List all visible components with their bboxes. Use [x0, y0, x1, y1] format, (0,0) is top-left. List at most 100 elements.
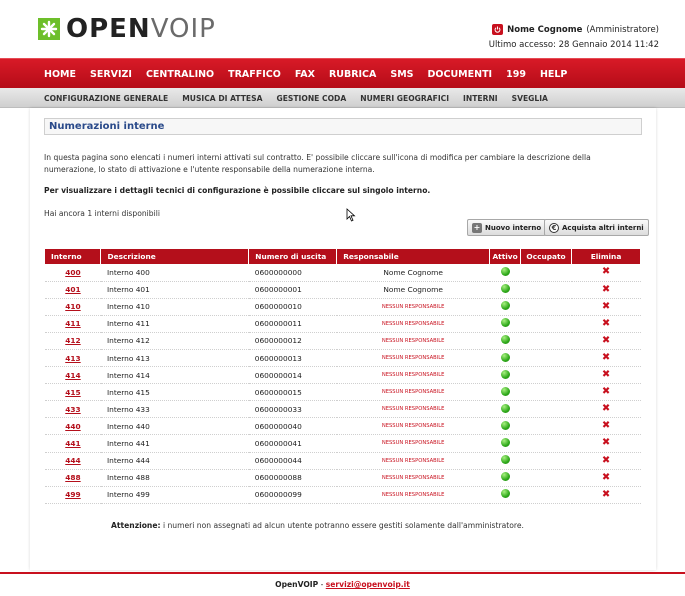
column-header[interactable]: Attivo: [489, 249, 522, 264]
delete-icon[interactable]: ✖: [602, 370, 610, 380]
description-cell: Interno 414: [100, 366, 249, 385]
extension-link[interactable]: 441: [65, 439, 80, 448]
footer-email-link[interactable]: servizi@openvoip.it: [326, 580, 410, 589]
extension-link[interactable]: 440: [65, 422, 80, 431]
sub-nav-item-configurazione-generale[interactable]: CONFIGURAZIONE GENERALE: [44, 94, 168, 103]
active-cell: [489, 434, 521, 453]
active-status-icon[interactable]: [500, 335, 510, 345]
extension-link[interactable]: 401: [65, 285, 80, 294]
main-nav-item-documenti[interactable]: DOCUMENTI: [428, 69, 493, 80]
busy-cell: [520, 281, 572, 299]
active-cell: [489, 349, 521, 368]
delete-icon[interactable]: ✖: [602, 489, 610, 500]
extension-cell: 499: [45, 486, 101, 504]
column-header[interactable]: Descrizione: [100, 249, 250, 264]
extension-link[interactable]: 400: [65, 268, 80, 277]
description-cell: Interno 441: [100, 434, 249, 453]
active-status-icon[interactable]: [500, 437, 510, 447]
main-nav-item-centralino[interactable]: CENTRALINO: [146, 69, 214, 80]
extension-link[interactable]: 414: [65, 371, 80, 380]
extension-link[interactable]: 411: [65, 319, 80, 328]
delete-icon[interactable]: ✖: [602, 335, 610, 346]
table-header-row: Interno Descrizione Numero di uscita Respon…: [45, 249, 641, 264]
main-nav-item-rubrica[interactable]: RUBRICA: [329, 69, 376, 80]
active-status-icon[interactable]: [500, 472, 510, 482]
active-status-icon[interactable]: [500, 318, 510, 328]
active-status-icon[interactable]: [500, 403, 510, 413]
footer-separator: -: [318, 580, 326, 589]
main-nav-item-help[interactable]: HELP: [540, 69, 567, 80]
delete-icon[interactable]: ✖: [602, 438, 610, 448]
extension-cell: 440: [45, 417, 101, 436]
sub-nav-item-numeri-geografici[interactable]: NUMERI GEOGRAFICI: [360, 94, 449, 103]
new-extension-button[interactable]: + Nuovo interno: [467, 219, 547, 236]
active-status-icon[interactable]: [500, 266, 510, 276]
delete-icon[interactable]: ✖: [602, 421, 610, 431]
active-status-icon[interactable]: [500, 386, 510, 396]
delete-icon[interactable]: ✖: [602, 387, 610, 397]
main-nav-item-home[interactable]: HOME: [44, 69, 76, 80]
delete-icon[interactable]: ✖: [602, 267, 610, 277]
main-nav-item-fax[interactable]: FAX: [295, 69, 315, 80]
delete-icon[interactable]: ✖: [602, 318, 610, 329]
extension-link[interactable]: 444: [65, 456, 80, 465]
description-cell: Interno 413: [100, 349, 249, 368]
extension-link[interactable]: 412: [65, 336, 80, 345]
busy-cell: [520, 383, 572, 402]
extension-link[interactable]: 488: [65, 473, 80, 482]
description-cell: Interno 440: [100, 417, 249, 436]
extension-cell: 411: [45, 315, 101, 333]
active-status-icon[interactable]: [500, 489, 510, 499]
busy-cell: [520, 469, 572, 487]
sub-nav-item-sveglia[interactable]: SVEGLIA: [512, 94, 548, 103]
warning-label: Attenzione:: [111, 521, 161, 530]
warning-text: Attenzione: i numeri non assegnati ad al…: [111, 521, 524, 530]
active-status-icon[interactable]: [500, 369, 510, 379]
user-role: (Amministratore): [586, 24, 659, 35]
power-icon[interactable]: [492, 24, 504, 35]
active-status-icon[interactable]: [500, 420, 510, 430]
main-nav-item-traffico[interactable]: TRAFFICO: [228, 69, 281, 80]
user-name[interactable]: Nome Cognome: [507, 25, 582, 35]
column-header[interactable]: Occupato: [520, 249, 573, 264]
delete-icon[interactable]: ✖: [602, 284, 610, 295]
column-header[interactable]: Interno: [45, 249, 102, 264]
delete-icon[interactable]: ✖: [602, 353, 610, 363]
extension-link[interactable]: 415: [65, 388, 80, 397]
extension-link[interactable]: 499: [65, 490, 80, 499]
sub-nav-item-gestione-coda[interactable]: GESTIONE CODA: [276, 94, 346, 103]
delete-icon[interactable]: ✖: [602, 472, 610, 483]
logo-mark-icon: [38, 18, 60, 40]
active-cell: [489, 366, 521, 385]
extension-link[interactable]: 413: [65, 354, 80, 363]
active-status-icon[interactable]: [500, 284, 510, 294]
page-title: Numerazioni interne: [49, 121, 165, 132]
column-header[interactable]: Numero di uscita: [248, 249, 338, 264]
delete-icon[interactable]: ✖: [602, 301, 610, 312]
outgoing-number-cell: 0600000033: [248, 400, 337, 419]
busy-cell: [520, 366, 572, 385]
new-extension-label: Nuovo interno: [485, 223, 542, 232]
main-nav-item-servizi[interactable]: SERVIZI: [90, 69, 132, 80]
main-nav-item-199[interactable]: 199: [506, 69, 526, 80]
delete-icon[interactable]: ✖: [602, 455, 610, 466]
sub-nav-item-musica-di-attesa[interactable]: MUSICA DI ATTESA: [182, 94, 262, 103]
delete-icon[interactable]: ✖: [602, 404, 610, 414]
openvoip-logo[interactable]: OPEN VOIP: [38, 14, 216, 44]
description-cell: Interno 410: [100, 298, 249, 316]
description-cell: Interno 433: [100, 400, 249, 419]
extension-link[interactable]: 433: [65, 405, 80, 414]
active-status-icon[interactable]: [500, 455, 510, 465]
column-header[interactable]: Elimina: [571, 249, 641, 264]
extension-cell: 400: [45, 264, 101, 282]
available-count: Hai ancora 1 interni disponibili: [44, 209, 160, 218]
intro-text: In questa pagina sono elencati i numeri …: [44, 153, 591, 174]
main-nav-item-sms[interactable]: SMS: [390, 69, 413, 80]
extension-link[interactable]: 410: [65, 302, 80, 311]
description-cell: Interno 488: [100, 469, 249, 487]
column-header[interactable]: Responsabile: [336, 249, 491, 264]
buy-extensions-button[interactable]: € Acquista altri interni: [544, 219, 649, 236]
active-status-icon[interactable]: [500, 301, 510, 311]
active-status-icon[interactable]: [500, 352, 510, 362]
sub-nav-item-interni[interactable]: INTERNI: [463, 94, 498, 103]
